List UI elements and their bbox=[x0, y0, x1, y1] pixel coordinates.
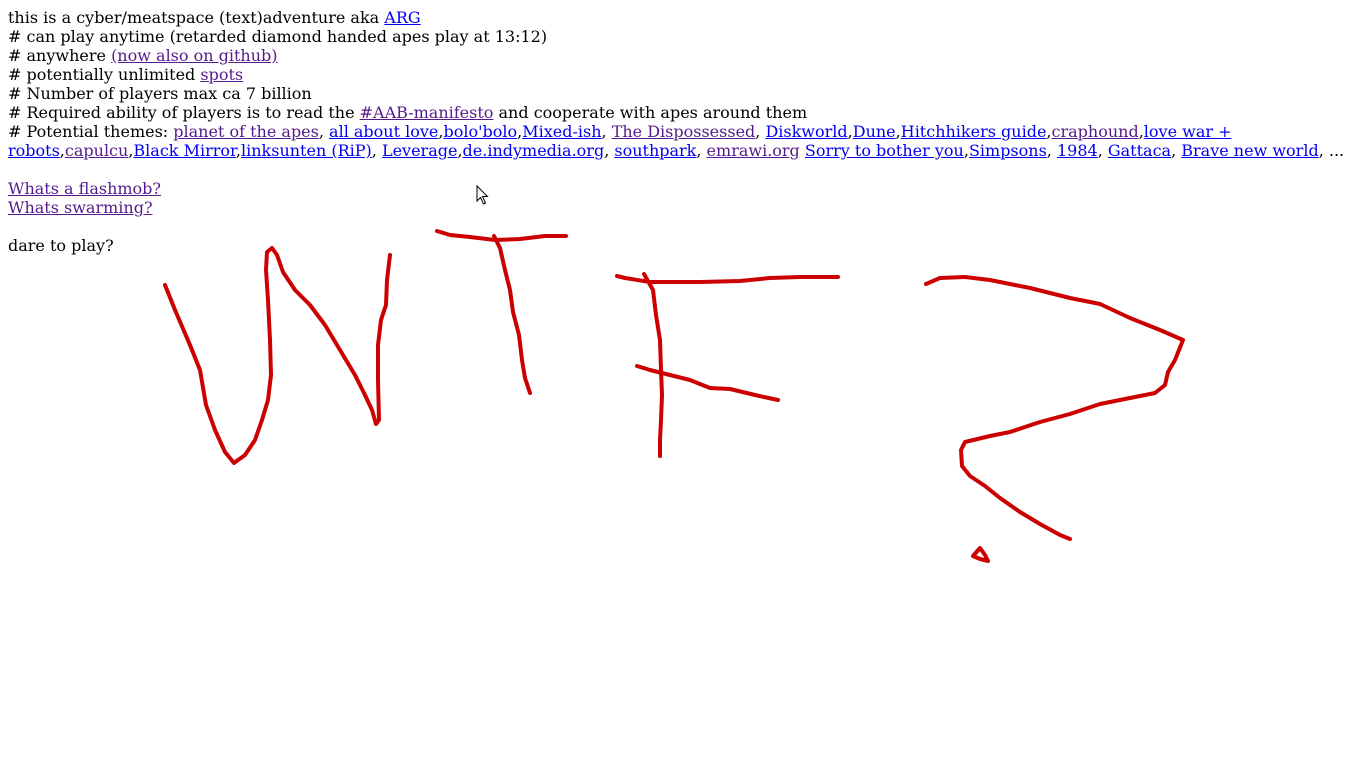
theme-separator: , ... bbox=[1318, 141, 1345, 160]
theme-link[interactable]: emrawi.org bbox=[707, 141, 800, 160]
letter-f-middle bbox=[635, 364, 780, 402]
spots-text: # potentially unlimited bbox=[8, 65, 196, 84]
theme-link[interactable]: linksunten (RiP) bbox=[241, 141, 372, 160]
theme-link[interactable]: The Dispossessed bbox=[612, 122, 756, 141]
flashmob-line: Whats a flashmob? bbox=[8, 179, 1358, 198]
theme-link[interactable]: Simpsons bbox=[969, 141, 1047, 160]
question-mark-curve bbox=[924, 275, 1185, 541]
intro-text: this is a cyber/meatspace (text)adventur… bbox=[8, 8, 380, 27]
theme-link[interactable]: southpark bbox=[614, 141, 696, 160]
letter-w-stroke bbox=[163, 246, 392, 465]
required-text: # Required ability of players is to read… bbox=[8, 103, 355, 122]
question-mark-dot bbox=[971, 546, 990, 563]
swarming-link[interactable]: Whats swarming? bbox=[8, 198, 153, 217]
themes-line: # Potential themes: planet of the apes , … bbox=[8, 122, 1358, 160]
theme-link[interactable]: planet of the apes bbox=[173, 122, 319, 141]
theme-separator: , bbox=[1171, 141, 1182, 160]
theme-link[interactable]: Hitchhikers guide bbox=[901, 122, 1047, 141]
theme-separator: , bbox=[1097, 141, 1108, 160]
theme-link[interactable]: Brave new world bbox=[1181, 141, 1318, 160]
theme-link[interactable]: all about love bbox=[329, 122, 438, 141]
theme-separator: , bbox=[1046, 141, 1057, 160]
theme-link[interactable]: bolo'bolo bbox=[443, 122, 517, 141]
spots-link[interactable]: spots bbox=[200, 65, 243, 84]
flashmob-link[interactable]: Whats a flashmob? bbox=[8, 179, 161, 198]
theme-link[interactable]: capulcu bbox=[65, 141, 128, 160]
manifesto-link[interactable]: #AAB-manifesto bbox=[360, 103, 494, 122]
theme-separator: , bbox=[604, 141, 615, 160]
swarming-line: Whats swarming? bbox=[8, 198, 1358, 217]
players-line: # Number of players max ca 7 billion bbox=[8, 84, 312, 103]
letter-t-stem bbox=[492, 234, 532, 395]
theme-link[interactable]: de.indymedia.org bbox=[463, 141, 605, 160]
required-suffix: and cooperate with apes around them bbox=[498, 103, 808, 122]
page-content: this is a cyber/meatspace (text)adventur… bbox=[8, 8, 1358, 255]
theme-separator: , bbox=[318, 122, 330, 141]
theme-link[interactable]: Diskworld bbox=[765, 122, 847, 141]
spots-line: # potentially unlimited spots bbox=[8, 65, 1358, 84]
theme-link[interactable]: Dune bbox=[853, 122, 896, 141]
theme-link[interactable]: Black Mirror bbox=[133, 141, 235, 160]
intro-line: this is a cyber/meatspace (text)adventur… bbox=[8, 8, 1358, 27]
github-link[interactable]: (now also on github) bbox=[111, 46, 277, 65]
theme-link[interactable]: Mixed-ish bbox=[522, 122, 601, 141]
dare-text: dare to play? bbox=[8, 236, 114, 255]
anywhere-line: # anywhere (now also on github) bbox=[8, 46, 1358, 65]
theme-link[interactable]: Gattaca bbox=[1108, 141, 1171, 160]
theme-separator: , bbox=[371, 141, 382, 160]
anywhere-text: # anywhere bbox=[8, 46, 106, 65]
theme-separator: , bbox=[601, 122, 612, 141]
theme-link[interactable]: craphound bbox=[1052, 122, 1139, 141]
anytime-line: # can play anytime (retarded diamond han… bbox=[8, 27, 548, 46]
theme-link[interactable]: Leverage bbox=[382, 141, 458, 160]
themes-label: # Potential themes: bbox=[8, 122, 169, 141]
letter-f-top bbox=[615, 274, 840, 284]
theme-separator: , bbox=[696, 141, 707, 160]
theme-link[interactable]: Sorry to bother you bbox=[805, 141, 964, 160]
arg-link[interactable]: ARG bbox=[384, 8, 420, 27]
theme-separator: , bbox=[755, 122, 766, 141]
theme-link[interactable]: 1984 bbox=[1057, 141, 1098, 160]
required-line: # Required ability of players is to read… bbox=[8, 103, 1358, 122]
letter-f-stem bbox=[642, 272, 664, 458]
